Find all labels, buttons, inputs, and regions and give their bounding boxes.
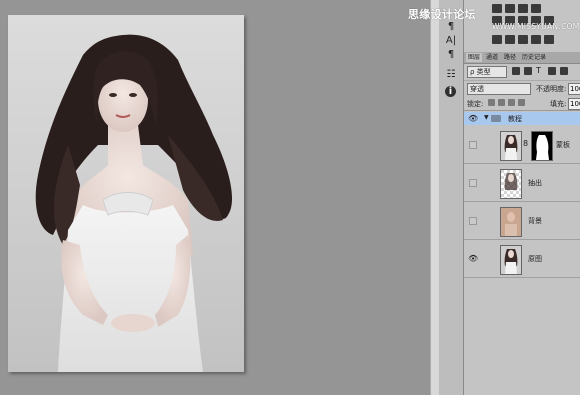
tab-paths[interactable]: 路径 (502, 53, 518, 62)
adjustments-row-3 (464, 33, 580, 49)
opacity-input[interactable]: 100 (568, 83, 580, 95)
filter-adjustment-icon[interactable] (524, 67, 532, 75)
fill-label: 填充: (550, 100, 567, 108)
filter-pixel-icon[interactable] (512, 67, 520, 75)
filter-shape-icon[interactable] (548, 67, 556, 75)
layer-name: 原图 (528, 255, 542, 263)
watermark-url: WWW.MISSYUAN.COM (492, 22, 580, 31)
threshold-icon[interactable] (518, 35, 528, 44)
visibility-toggle[interactable] (469, 179, 477, 187)
watermark-title: 思缘设计论坛 (408, 8, 476, 21)
lock-transparent-icon[interactable] (488, 99, 495, 106)
layer-thumbnail (500, 169, 522, 199)
lock-label: 锁定: (467, 100, 484, 108)
blend-row: 穿透 不透明度: 100 (464, 80, 580, 95)
blend-mode-select[interactable]: 穿透 (467, 83, 531, 95)
visibility-toggle[interactable] (469, 217, 477, 225)
gradient-map-icon[interactable] (531, 35, 541, 44)
visibility-toggle[interactable] (469, 141, 477, 149)
group-name: 教程 (508, 115, 522, 123)
opacity-label: 不透明度: (536, 85, 567, 93)
paragraph-style-icon[interactable]: ☷ (443, 68, 459, 82)
site-watermark: 思缘设计论坛 WWW.MISSYUAN.COM (408, 6, 580, 31)
character-icon[interactable]: ¶ (443, 48, 459, 62)
layer-name: 蒙板 (556, 141, 570, 149)
layer-thumbnail (500, 207, 522, 237)
lock-position-icon[interactable] (508, 99, 515, 106)
filter-kind-select[interactable]: ρ 类型 (467, 66, 507, 78)
eye-icon[interactable]: 👁 (468, 254, 478, 263)
tab-history[interactable]: 历史记录 (520, 53, 548, 62)
layer-row[interactable]: 背景 (464, 202, 580, 240)
layers-list: 👁 ▼ 教程 8 蒙板 抽出 背景 👁 原图 (464, 112, 580, 395)
panel-icon-column: ¶ A| ¶ ☷ i (439, 0, 464, 395)
lock-image-icon[interactable] (498, 99, 505, 106)
filter-smart-object-icon[interactable] (560, 67, 568, 75)
eye-icon[interactable]: 👁 (468, 114, 478, 123)
filter-type-icon[interactable]: T (536, 67, 544, 75)
layers-panel-container: 图层 通道 路径 历史记录 ρ 类型 T 穿透 不透明度: 100 锁定: 填充… (464, 0, 580, 395)
layer-row[interactable]: 8 蒙板 (464, 126, 580, 164)
info-icon[interactable]: i (445, 86, 456, 97)
tab-channels[interactable]: 通道 (484, 53, 500, 62)
layer-row[interactable]: 抽出 (464, 164, 580, 202)
fill-input[interactable]: 100 (568, 98, 580, 110)
group-collapse-icon[interactable]: ▼ (484, 114, 489, 121)
canvas-area[interactable] (0, 0, 430, 395)
folder-icon (491, 115, 501, 122)
panel-tabs: 图层 通道 路径 历史记录 (464, 52, 580, 64)
layer-filter-row: ρ 类型 T (464, 64, 580, 78)
lock-row: 锁定: 填充: 100 (464, 96, 580, 111)
lock-all-icon[interactable] (518, 99, 525, 106)
invert-icon[interactable] (492, 35, 502, 44)
document-image[interactable] (8, 15, 244, 372)
layer-name: 抽出 (528, 179, 542, 187)
layer-thumbnail (500, 131, 522, 161)
mask-link-icon[interactable]: 8 (523, 139, 528, 148)
layer-mask-thumbnail[interactable] (531, 131, 553, 161)
selective-color-icon[interactable] (544, 35, 554, 44)
layer-name: 背景 (528, 217, 542, 225)
portrait-photo (35, 34, 233, 372)
layer-row[interactable]: 👁 原图 (464, 240, 580, 278)
type-icon[interactable]: A| (443, 34, 459, 48)
layer-group-row[interactable]: 👁 ▼ 教程 (464, 112, 580, 125)
posterize-icon[interactable] (505, 35, 515, 44)
tab-layers[interactable]: 图层 (466, 53, 483, 62)
layer-thumbnail (500, 245, 522, 275)
